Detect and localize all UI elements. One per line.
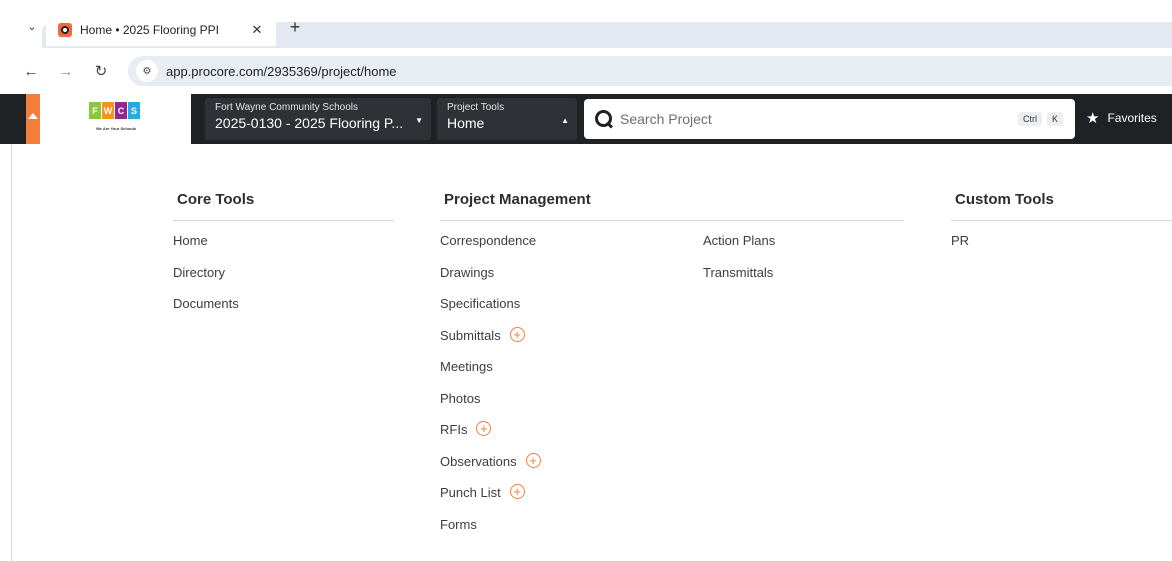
- logo-letter-s: S: [128, 102, 140, 119]
- forward-arrow-icon[interactable]: →: [55, 60, 77, 82]
- tab-title: Home • 2025 Flooring PPI: [80, 23, 219, 37]
- shortcut-k-key: K: [1046, 112, 1063, 126]
- tool-label: Punch List: [440, 485, 501, 500]
- home-button[interactable]: [26, 94, 40, 144]
- tool-label: Action Plans: [703, 233, 776, 248]
- search-icon: [594, 109, 614, 129]
- tool-link-observations[interactable]: Observations +: [440, 452, 541, 486]
- search-input[interactable]: [620, 111, 1013, 127]
- section-divider: [951, 220, 1172, 221]
- favorites-label: Favorites: [1107, 111, 1157, 125]
- picker-tools-label: Project Tools: [447, 102, 505, 113]
- browser-tabstrip: ⌄ Home • 2025 Flooring PPI ✕ +: [0, 0, 1172, 48]
- tool-link-correspondence[interactable]: Correspondence: [440, 233, 541, 265]
- tool-link-meetings[interactable]: Meetings: [440, 359, 541, 391]
- tool-label: Forms: [440, 516, 477, 532]
- search-box[interactable]: Ctrl K: [584, 99, 1075, 139]
- logo-letter-f: F: [89, 102, 101, 119]
- custom-tools-section: Custom Tools: [951, 191, 1172, 221]
- tool-link-documents[interactable]: Documents: [173, 296, 239, 328]
- tool-link-submittals[interactable]: Submittals +: [440, 326, 541, 360]
- logo-tagline: We Are Your Schools: [95, 126, 137, 131]
- core-tools-section: Core Tools: [173, 191, 394, 221]
- section-title-core-tools: Core Tools: [177, 191, 255, 208]
- back-arrow-icon[interactable]: ←: [20, 60, 42, 82]
- picker-tools-value: Home: [447, 115, 485, 131]
- tool-link-photos[interactable]: Photos: [440, 391, 541, 423]
- tool-link-punch-list[interactable]: Punch List +: [440, 484, 541, 517]
- url-field[interactable]: ⚙ app.procore.com/2935369/project/home: [128, 56, 1172, 86]
- company-project-picker[interactable]: Fort Wayne Community Schools 2025-0130 -…: [205, 98, 431, 140]
- tool-link-action-plans[interactable]: Action Plans: [703, 233, 775, 265]
- browser-tab-active[interactable]: Home • 2025 Flooring PPI ✕: [46, 14, 276, 46]
- favorites-button[interactable]: ★ Favorites: [1086, 109, 1157, 127]
- add-circle-icon[interactable]: +: [509, 484, 525, 499]
- tool-label: Drawings: [440, 264, 495, 280]
- procore-header: F W C S We Are Your Schools Fort Wayne C…: [0, 94, 1172, 144]
- company-logo[interactable]: F W C S We Are Your Schools: [40, 94, 191, 144]
- tool-label: Submittals: [440, 327, 501, 343]
- section-title-project-management: Project Management: [444, 191, 591, 208]
- section-divider: [440, 220, 904, 221]
- logo-blocks: F W C S: [89, 102, 140, 119]
- new-tab-button[interactable]: +: [284, 16, 306, 38]
- page-left-divider: [11, 144, 12, 561]
- tool-link-rfis[interactable]: RFIs +: [440, 421, 541, 454]
- tool-label: Correspondence: [440, 233, 537, 248]
- caret-up-icon: ▲: [561, 116, 569, 125]
- caret-down-icon: ▼: [415, 116, 423, 125]
- tool-link-specifications[interactable]: Specifications: [440, 296, 541, 328]
- core-tools-list: Home Directory Documents: [173, 233, 239, 328]
- browser-addressbar: ← → ↻ ⚙ app.procore.com/2935369/project/…: [0, 52, 1172, 90]
- tool-link-home[interactable]: Home: [173, 233, 239, 265]
- tool-label: Transmittals: [703, 264, 774, 280]
- chevron-down-icon[interactable]: ⌄: [22, 16, 42, 36]
- custom-tools-list: PR: [951, 233, 969, 265]
- url-text[interactable]: app.procore.com/2935369/project/home: [166, 64, 397, 79]
- tool-link-transmittals[interactable]: Transmittals: [703, 265, 775, 297]
- tool-label: Observations: [440, 453, 517, 469]
- tool-label: Photos: [440, 390, 481, 406]
- tool-link-pr[interactable]: PR: [951, 233, 969, 265]
- add-circle-icon[interactable]: +: [525, 452, 541, 468]
- tool-label: Meetings: [440, 359, 493, 374]
- project-management-list-2: Action Plans Transmittals: [703, 233, 775, 296]
- tool-link-drawings[interactable]: Drawings: [440, 265, 541, 297]
- site-info-icon[interactable]: ⚙: [136, 60, 158, 82]
- add-circle-icon[interactable]: +: [476, 421, 492, 436]
- logo-letter-c: C: [115, 102, 127, 119]
- section-title-custom-tools: Custom Tools: [955, 191, 1054, 208]
- tool-label: RFIs: [440, 422, 468, 437]
- picker-project-value: 2025-0130 - 2025 Flooring P...: [215, 115, 404, 131]
- add-circle-icon[interactable]: +: [509, 326, 525, 342]
- procore-favicon-icon: [58, 23, 72, 37]
- picker-company-label: Fort Wayne Community Schools: [215, 102, 359, 113]
- star-icon: ★: [1086, 110, 1100, 127]
- tool-link-forms[interactable]: Forms: [440, 517, 541, 549]
- reload-icon[interactable]: ↻: [90, 60, 112, 82]
- logo-letter-w: W: [102, 102, 114, 119]
- tool-link-directory[interactable]: Directory: [173, 265, 239, 297]
- section-divider: [173, 220, 394, 221]
- shortcut-ctrl-key: Ctrl: [1017, 112, 1042, 126]
- tool-label: Specifications: [440, 296, 521, 311]
- project-management-list-1: Correspondence Drawings Specifications S…: [440, 233, 541, 548]
- project-management-section: Project Management: [440, 191, 904, 221]
- close-tab-icon[interactable]: ✕: [246, 22, 268, 38]
- project-tools-picker[interactable]: Project Tools Home ▲: [437, 98, 577, 140]
